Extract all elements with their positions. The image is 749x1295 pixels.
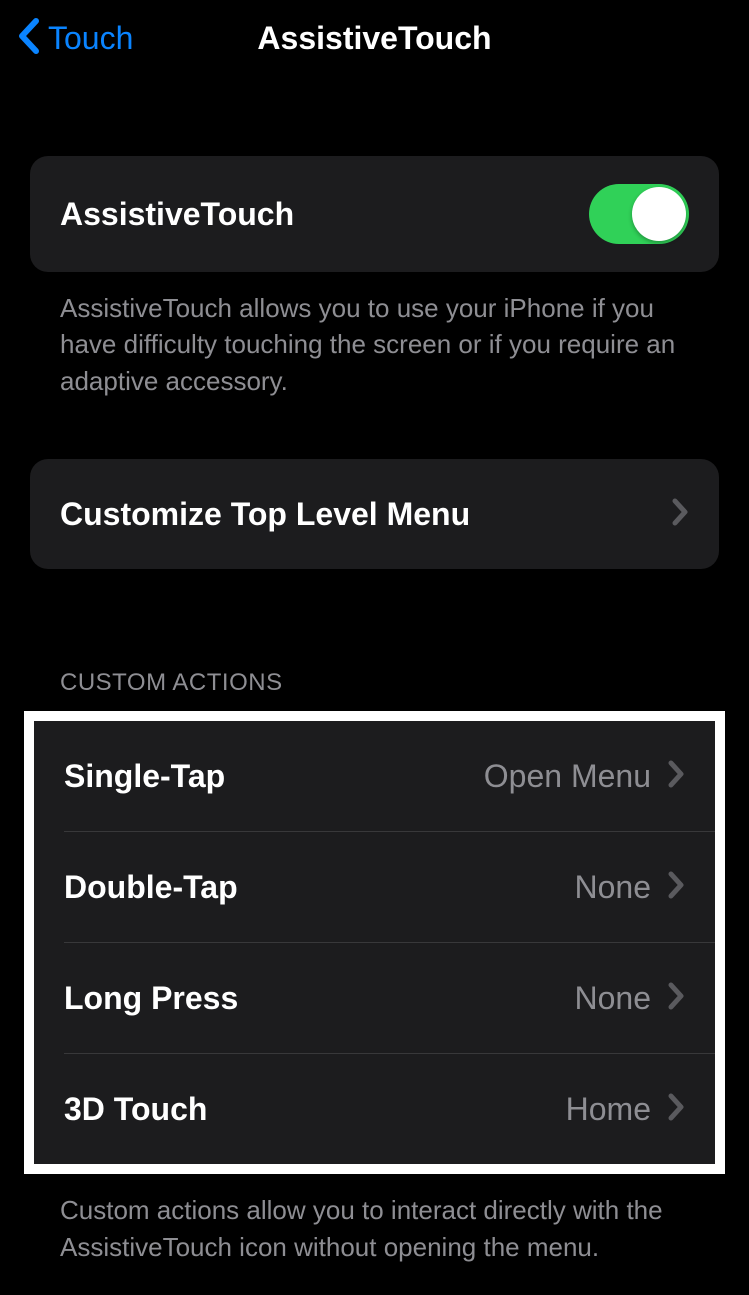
chevron-right-icon (667, 1092, 685, 1127)
3d-touch-label: 3D Touch (64, 1091, 207, 1128)
assistivetouch-toggle-group: AssistiveTouch (30, 156, 719, 272)
chevron-left-icon (16, 17, 40, 60)
assistivetouch-label: AssistiveTouch (60, 196, 294, 233)
chevron-right-icon (667, 759, 685, 794)
back-label: Touch (48, 20, 133, 57)
3d-touch-value: Home (566, 1091, 651, 1128)
chevron-right-icon (671, 497, 689, 532)
double-tap-label: Double-Tap (64, 869, 238, 906)
long-press-value: None (575, 980, 652, 1017)
chevron-right-icon (667, 981, 685, 1016)
single-tap-label: Single-Tap (64, 758, 225, 795)
assistivetouch-toggle-row[interactable]: AssistiveTouch (30, 156, 719, 272)
chevron-right-icon (667, 870, 685, 905)
back-button[interactable]: Touch (16, 17, 133, 60)
navigation-bar: Touch AssistiveTouch (0, 0, 749, 86)
customize-top-level-menu-row[interactable]: Customize Top Level Menu (30, 459, 719, 569)
double-tap-value: None (575, 869, 652, 906)
assistivetouch-toggle[interactable] (589, 184, 689, 244)
assistivetouch-footer: AssistiveTouch allows you to use your iP… (30, 272, 719, 399)
double-tap-row[interactable]: Double-Tap None (34, 832, 715, 942)
custom-actions-footer: Custom actions allow you to interact dir… (30, 1174, 719, 1265)
custom-actions-highlight: Single-Tap Open Menu Double-Tap None (24, 711, 725, 1174)
custom-actions-header: CUSTOM ACTIONS (30, 669, 719, 711)
toggle-thumb (632, 187, 686, 241)
long-press-row[interactable]: Long Press None (34, 943, 715, 1053)
custom-actions-group: Single-Tap Open Menu Double-Tap None (34, 721, 715, 1164)
customize-menu-group: Customize Top Level Menu (30, 459, 719, 569)
long-press-label: Long Press (64, 980, 238, 1017)
customize-menu-label: Customize Top Level Menu (60, 496, 470, 533)
single-tap-row[interactable]: Single-Tap Open Menu (34, 721, 715, 831)
3d-touch-row[interactable]: 3D Touch Home (34, 1054, 715, 1164)
single-tap-value: Open Menu (484, 758, 651, 795)
